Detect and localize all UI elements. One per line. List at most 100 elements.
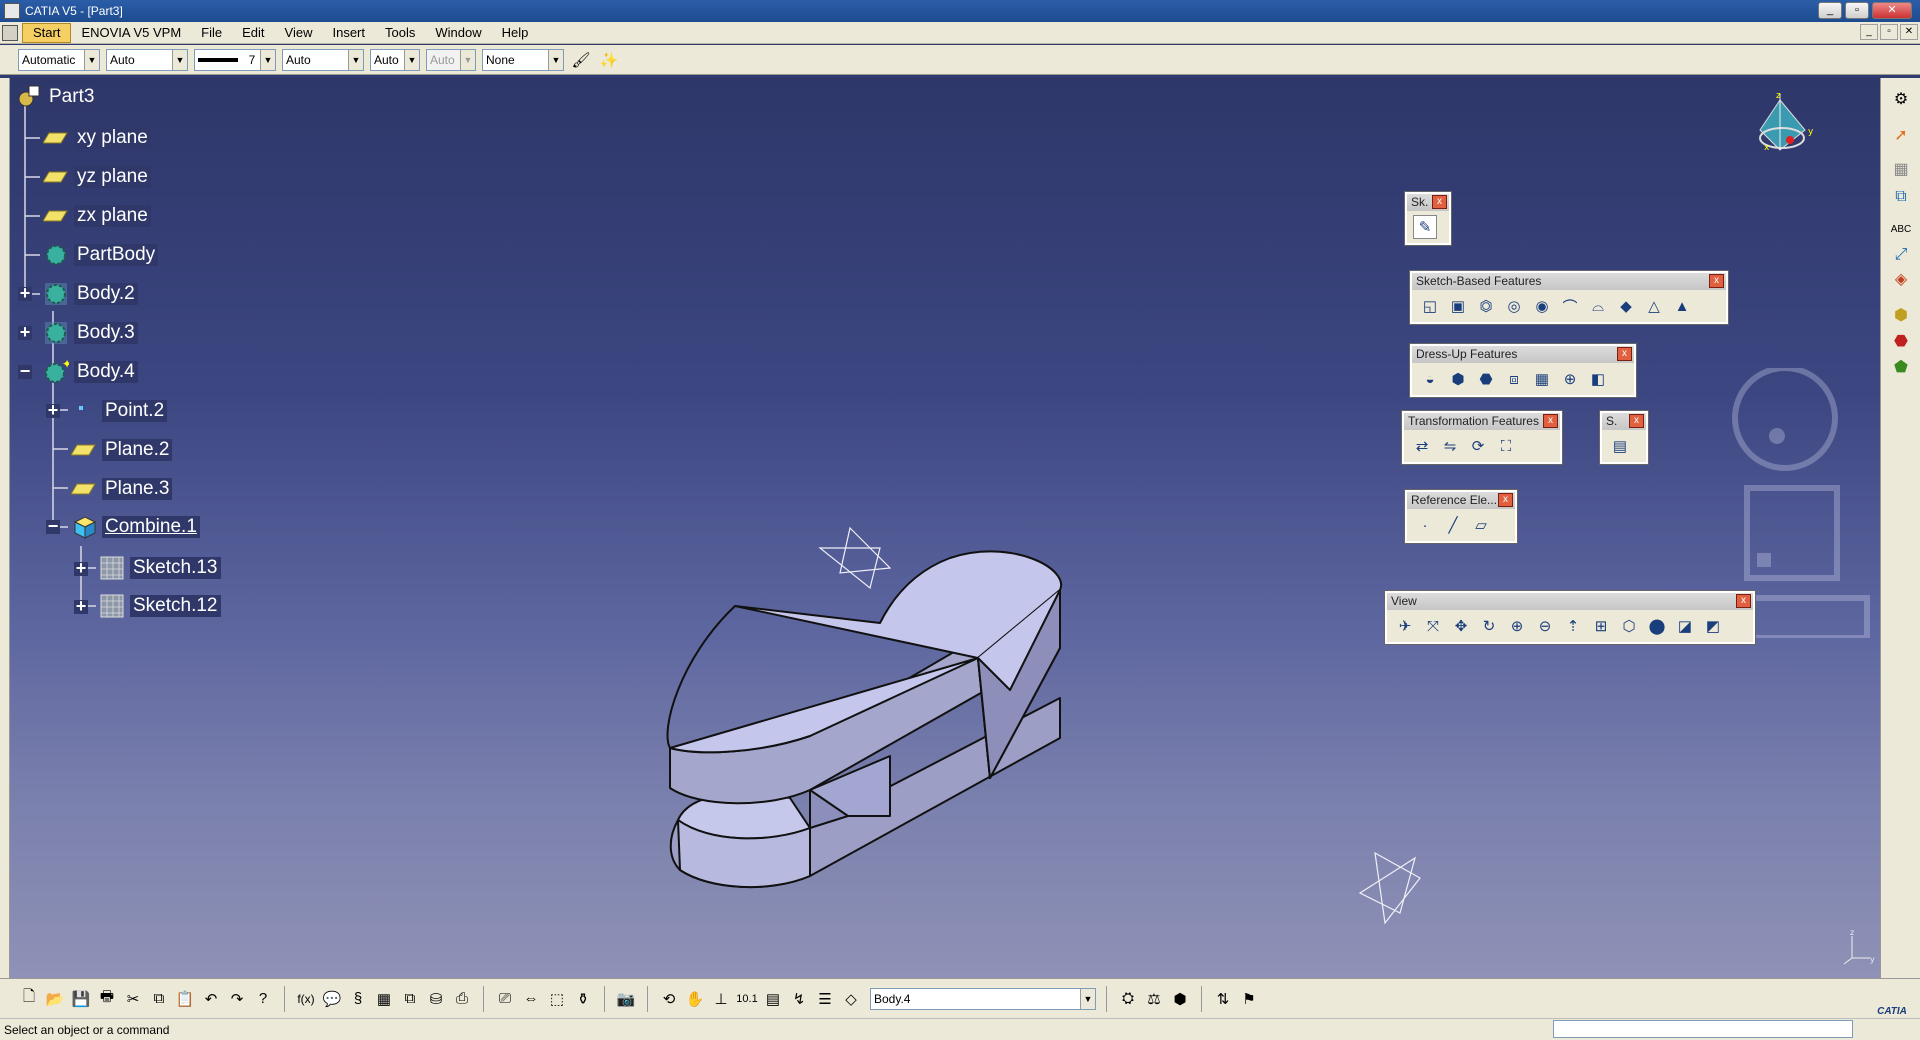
list-icon[interactable]: ☰ bbox=[814, 988, 836, 1010]
zoom-out-icon[interactable]: ⊖ bbox=[1533, 614, 1557, 638]
measure-between-icon[interactable]: ⇔ bbox=[520, 988, 542, 1010]
shaft-icon[interactable]: ⏣ bbox=[1474, 294, 1498, 318]
normal-view-icon[interactable]: ⇡ bbox=[1561, 614, 1585, 638]
close-icon[interactable]: x bbox=[1709, 274, 1724, 288]
expand-point2-icon[interactable]: + bbox=[46, 401, 60, 419]
draft-icon[interactable]: ⬣ bbox=[1474, 367, 1498, 391]
zoom-in-icon[interactable]: ⊕ bbox=[1505, 614, 1529, 638]
update-all-icon[interactable]: ⟲ bbox=[658, 988, 680, 1010]
close-icon[interactable]: x bbox=[1432, 195, 1447, 209]
menu-edit[interactable]: Edit bbox=[232, 22, 274, 44]
axis-system-icon[interactable]: ⧉ bbox=[1889, 186, 1913, 208]
boolean-remove-icon[interactable]: ⬟ bbox=[1889, 356, 1913, 378]
tree-node-body4[interactable]: ✦ Body.4 bbox=[42, 359, 138, 385]
copy-icon[interactable]: ⧉ bbox=[148, 988, 170, 1010]
tree-node-plane3[interactable]: Plane.3 bbox=[70, 476, 173, 502]
pattern-icon[interactable]: ⟳ bbox=[1466, 434, 1490, 458]
formula-icon[interactable]: f(x) bbox=[295, 988, 317, 1010]
part-design-icon[interactable]: ⛭ bbox=[1117, 988, 1139, 1010]
hole-feature-icon[interactable]: ⎚ bbox=[494, 988, 516, 1010]
close-icon[interactable]: x bbox=[1498, 493, 1513, 507]
menu-window[interactable]: Window bbox=[425, 22, 491, 44]
redo-icon[interactable]: ↷ bbox=[226, 988, 248, 1010]
close-icon[interactable]: x bbox=[1617, 347, 1632, 361]
capture-icon[interactable]: 📷 bbox=[615, 988, 637, 1010]
layer-select[interactable]: None ▼ bbox=[482, 48, 564, 71]
tree-node-sketch12[interactable]: Sketch.12 bbox=[98, 593, 221, 619]
thickness-icon[interactable]: ▦ bbox=[1530, 367, 1554, 391]
catalog-icon[interactable]: ⧉ bbox=[399, 988, 421, 1010]
tree-node-point2[interactable]: Point.2 bbox=[70, 398, 168, 424]
thread-icon[interactable]: ⊕ bbox=[1558, 367, 1582, 391]
sketch-icon[interactable]: ✎ bbox=[1413, 215, 1437, 239]
transparency-select[interactable]: Auto ▼ bbox=[106, 48, 188, 71]
slot-icon[interactable]: ⌓ bbox=[1586, 294, 1610, 318]
remove-face-icon[interactable]: ◧ bbox=[1586, 367, 1610, 391]
workbench-gear-icon[interactable]: ⚙ bbox=[1889, 88, 1913, 110]
color-select[interactable]: Automatic ▼ bbox=[18, 48, 100, 71]
tree-node-combine1[interactable]: Combine.1 bbox=[70, 514, 200, 540]
compass-icon[interactable]: z y x bbox=[1750, 90, 1820, 170]
inertia-icon[interactable]: ⚱ bbox=[572, 988, 594, 1010]
groove-icon[interactable]: ◎ bbox=[1502, 294, 1526, 318]
close-icon[interactable]: x bbox=[1629, 414, 1644, 428]
line-type-select[interactable]: Auto ▼ bbox=[282, 48, 364, 71]
comment-icon[interactable]: 💬 bbox=[321, 988, 343, 1010]
split-icon[interactable]: ▤ bbox=[1608, 434, 1632, 458]
shading-icon[interactable]: ⬤ bbox=[1645, 614, 1669, 638]
save-icon[interactable]: 💾 bbox=[70, 988, 92, 1010]
document-icon[interactable] bbox=[2, 25, 18, 41]
paste-icon[interactable]: 📋 bbox=[174, 988, 196, 1010]
menu-start[interactable]: Start bbox=[22, 22, 72, 43]
translation-icon[interactable]: ⇄ bbox=[1410, 434, 1434, 458]
removed-multi-sections-icon[interactable]: ▲ bbox=[1670, 294, 1694, 318]
table-icon[interactable]: ▦ bbox=[373, 988, 395, 1010]
pan-icon[interactable]: ✥ bbox=[1449, 614, 1473, 638]
rib-icon[interactable]: ⌒ bbox=[1558, 294, 1582, 318]
power-copy-icon[interactable]: ⛁ bbox=[425, 988, 447, 1010]
shell-icon[interactable]: ⧈ bbox=[1502, 367, 1526, 391]
axis-system-icon[interactable]: ⊥ bbox=[710, 988, 732, 1010]
point-icon[interactable]: · bbox=[1413, 513, 1437, 537]
menu-view[interactable]: View bbox=[275, 22, 323, 44]
pad-icon[interactable]: ◱ bbox=[1418, 294, 1442, 318]
boolean-assemble-icon[interactable]: ⬢ bbox=[1889, 304, 1913, 326]
expand-body3-icon[interactable]: + bbox=[18, 323, 32, 341]
analysis-icon[interactable]: ⚖ bbox=[1143, 988, 1165, 1010]
menu-tools[interactable]: Tools bbox=[375, 22, 425, 44]
power-input-field[interactable] bbox=[1553, 1020, 1853, 1038]
swap-visible-space-icon[interactable]: ◩ bbox=[1701, 614, 1725, 638]
mirror-icon[interactable]: ⇋ bbox=[1438, 434, 1462, 458]
stiffener-icon[interactable]: ◆ bbox=[1614, 294, 1638, 318]
multi-sections-solid-icon[interactable]: △ bbox=[1642, 294, 1666, 318]
menu-enovia[interactable]: ENOVIA V5 VPM bbox=[71, 22, 191, 44]
expand-sketch12-icon[interactable]: + bbox=[74, 597, 88, 615]
geometry-set-icon[interactable]: ▤ bbox=[762, 988, 784, 1010]
apply-material-icon[interactable]: ◈ bbox=[1889, 268, 1913, 290]
apply-material-icon[interactable]: ⬢ bbox=[1169, 988, 1191, 1010]
properties-wizard-icon[interactable]: ✨ bbox=[598, 49, 620, 71]
isometric-view-icon[interactable]: ⬡ bbox=[1617, 614, 1641, 638]
tree-node-body2[interactable]: Body.2 bbox=[42, 281, 138, 307]
print-icon[interactable]: 🖶 bbox=[96, 988, 118, 1010]
tree-node-partbody[interactable]: PartBody bbox=[42, 242, 159, 268]
menu-help[interactable]: Help bbox=[492, 22, 539, 44]
cut-icon[interactable]: ✂ bbox=[122, 988, 144, 1010]
customize-icon[interactable]: ⚑ bbox=[1238, 988, 1260, 1010]
menu-insert[interactable]: Insert bbox=[322, 22, 375, 44]
boolean-add-icon[interactable]: ⬣ bbox=[1889, 330, 1913, 352]
collapse-body4-icon[interactable]: − bbox=[18, 362, 32, 380]
pocket-icon[interactable]: ▣ bbox=[1446, 294, 1470, 318]
measure-item-icon[interactable]: ⬚ bbox=[546, 988, 568, 1010]
undo-icon[interactable]: ↶ bbox=[200, 988, 222, 1010]
line-weight-select[interactable]: 7 ▼ bbox=[194, 48, 276, 71]
scaling-icon[interactable]: ⛶ bbox=[1494, 434, 1518, 458]
doc-close-button[interactable]: ✕ bbox=[1900, 24, 1918, 40]
measure-between-icon[interactable]: ⤢ bbox=[1889, 244, 1913, 266]
instantiate-icon[interactable]: ⎙ bbox=[451, 988, 473, 1010]
change-body-icon[interactable]: ↯ bbox=[788, 988, 810, 1010]
maximize-button[interactable]: ▫ bbox=[1845, 2, 1869, 19]
tree-node-sketch13[interactable]: Sketch.13 bbox=[98, 555, 221, 581]
whats-this-icon[interactable]: ? bbox=[252, 988, 274, 1010]
tree-node-yz-plane[interactable]: yz plane bbox=[42, 164, 151, 190]
